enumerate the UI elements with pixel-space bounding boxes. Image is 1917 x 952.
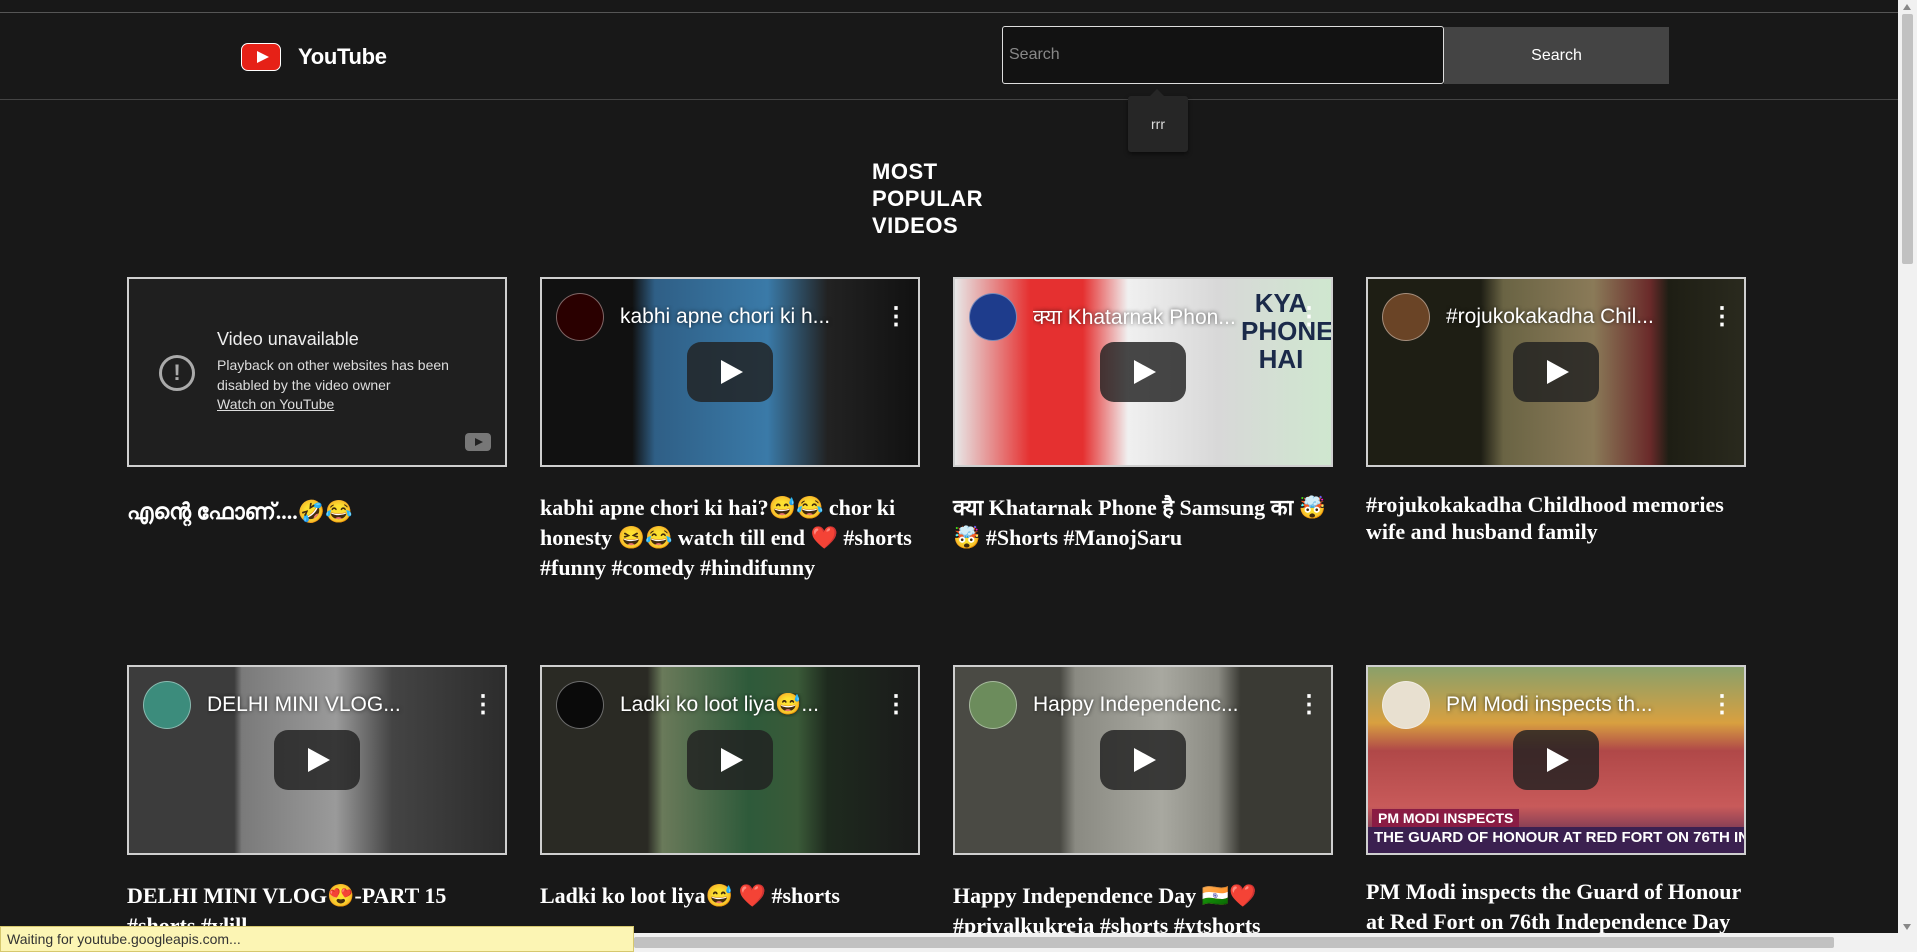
channel-avatar-ladki[interactable] — [556, 681, 604, 729]
vertical-scrollbar[interactable] — [1898, 0, 1917, 952]
scroll-up-arrow-icon[interactable] — [1903, 4, 1911, 10]
video-embed[interactable]: PM MODI INSPECTS THE GUARD OF HONOUR AT … — [1366, 665, 1746, 855]
youtube-logo[interactable]: YouTube — [241, 43, 387, 71]
horizontal-scrollbar-thumb[interactable] — [634, 937, 1834, 948]
video-card: Ladki ko loot liya😅... ⋮ Ladki ko loot l… — [540, 665, 920, 911]
video-caption: Ladki ko loot liya😅 ❤️ #shorts — [540, 883, 840, 908]
video-title[interactable]: Happy Independenc... — [1033, 693, 1297, 717]
alert-icon: ! — [159, 355, 195, 391]
more-options-icon[interactable]: ⋮ — [884, 693, 908, 717]
play-button-icon[interactable] — [687, 730, 773, 790]
search-input[interactable] — [1002, 26, 1444, 84]
video-embed-unavailable[interactable]: ! Video unavailable Playback on other we… — [127, 277, 507, 467]
video-embed[interactable]: #rojukokakadha Chil... ⋮ — [1366, 277, 1746, 467]
video-embed[interactable]: KYA PHONE HAI क्या Khatarnak Phon... ⋮ — [953, 277, 1333, 467]
video-card: #rojukokakadha Chil... ⋮ #rojukokakadha … — [1366, 277, 1746, 545]
video-title[interactable]: DELHI MINI VLOG... — [207, 693, 471, 717]
video-title[interactable]: क्या Khatarnak Phon... — [1033, 303, 1297, 331]
play-button-icon[interactable] — [1513, 342, 1599, 402]
unavailable-title: Video unavailable — [217, 329, 359, 349]
search-button[interactable]: Search — [1444, 27, 1669, 84]
more-options-icon[interactable]: ⋮ — [1297, 305, 1321, 329]
play-button-icon[interactable] — [274, 730, 360, 790]
video-card: ! Video unavailable Playback on other we… — [127, 277, 507, 527]
video-card: KYA PHONE HAI क्या Khatarnak Phon... ⋮ क… — [953, 277, 1333, 553]
window-top-border — [0, 0, 1898, 13]
video-title[interactable]: Ladki ko loot liya😅... — [620, 693, 884, 717]
browser-status-bar: Waiting for youtube.googleapis.com... — [0, 926, 634, 952]
play-button-icon[interactable] — [687, 342, 773, 402]
video-card: PM MODI INSPECTS THE GUARD OF HONOUR AT … — [1366, 665, 1746, 937]
page-title: MOST POPULAR VIDEOS — [872, 159, 984, 238]
channel-avatar-bv[interactable] — [556, 293, 604, 341]
watch-on-youtube-link[interactable]: Watch on YouTube — [217, 396, 334, 412]
video-caption: क्या Khatarnak Phone है Samsung का 🤯🤯 #S… — [953, 495, 1327, 550]
more-options-icon[interactable]: ⋮ — [884, 305, 908, 329]
channel-avatar-priyal[interactable] — [969, 681, 1017, 729]
video-title[interactable]: #rojukokakadha Chil... — [1446, 305, 1710, 329]
video-embed[interactable]: kabhi apne chori ki h... ⋮ — [540, 277, 920, 467]
video-title[interactable]: PM Modi inspects th... — [1446, 693, 1710, 717]
video-card: kabhi apne chori ki h... ⋮ kabhi apne ch… — [540, 277, 920, 583]
youtube-icon[interactable] — [465, 433, 491, 451]
more-options-icon[interactable]: ⋮ — [1297, 693, 1321, 717]
channel-avatar-manoj[interactable] — [969, 293, 1017, 341]
video-embed[interactable]: DELHI MINI VLOG... ⋮ — [127, 665, 507, 855]
unavailable-message: Playback on other websites has been disa… — [217, 357, 449, 393]
play-button-icon[interactable] — [1100, 342, 1186, 402]
horizontal-scrollbar[interactable] — [634, 933, 1898, 952]
thumbnail-banner-label: PM MODI INSPECTS — [1372, 809, 1520, 827]
more-options-icon[interactable]: ⋮ — [1710, 693, 1734, 717]
video-caption: PM Modi inspects the Guard of Honour at … — [1366, 879, 1741, 934]
video-caption: Happy Independence Day 🇮🇳❤️ #priyalkukre… — [953, 883, 1261, 938]
video-embed[interactable]: Ladki ko loot liya😅... ⋮ — [540, 665, 920, 855]
vertical-scrollbar-thumb[interactable] — [1902, 14, 1913, 264]
channel-avatar-delhi[interactable] — [143, 681, 191, 729]
more-options-icon[interactable]: ⋮ — [471, 693, 495, 717]
play-button-icon[interactable] — [1513, 730, 1599, 790]
video-card: Happy Independenc... ⋮ Happy Independenc… — [953, 665, 1333, 941]
youtube-play-logo-icon — [241, 43, 281, 71]
channel-avatar-modi[interactable] — [1382, 681, 1430, 729]
video-caption: kabhi apne chori ki hai?😅😂 chor ki hones… — [540, 495, 912, 580]
search-suggestion-tooltip[interactable]: rrr — [1128, 89, 1188, 152]
video-title[interactable]: kabhi apne chori ki h... — [620, 305, 884, 329]
video-caption: #rojukokakadha Childhood memories wife a… — [1366, 492, 1724, 544]
thumbnail-banner-text: THE GUARD OF HONOUR AT RED FORT ON 76TH … — [1368, 827, 1744, 853]
scroll-down-arrow-icon[interactable] — [1903, 924, 1911, 930]
channel-avatar-rojuko[interactable] — [1382, 293, 1430, 341]
more-options-icon[interactable]: ⋮ — [1710, 305, 1734, 329]
video-card: DELHI MINI VLOG... ⋮ DELHI MINI VLOG😍-PA… — [127, 665, 507, 941]
play-button-icon[interactable] — [1100, 730, 1186, 790]
video-embed[interactable]: Happy Independenc... ⋮ — [953, 665, 1333, 855]
logo-text: YouTube — [298, 44, 387, 69]
video-caption: എന്റെ ഫോണ്....🤣😂 — [127, 499, 353, 524]
